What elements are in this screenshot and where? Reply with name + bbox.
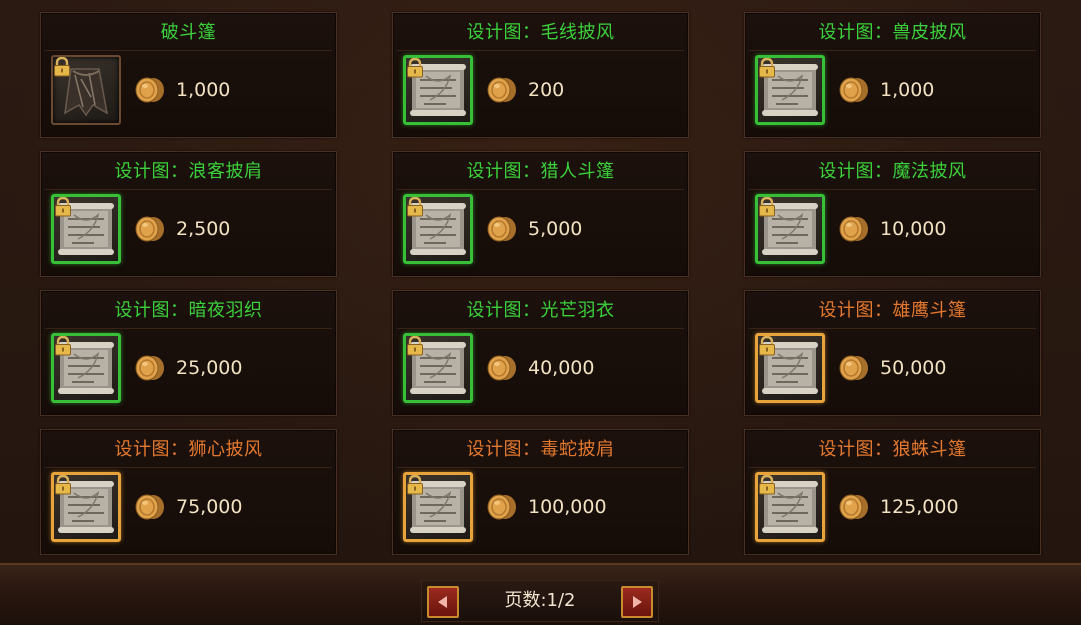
item-price: 75,000 xyxy=(176,496,243,518)
arrow-left-icon xyxy=(438,596,447,608)
item-title: 设计图：浪客披肩 xyxy=(45,155,332,190)
item-slot[interactable] xyxy=(403,55,473,125)
item-slot[interactable] xyxy=(755,472,825,542)
coin-icon xyxy=(487,77,516,103)
shop-item-card[interactable]: 设计图：光芒羽衣 40,000 xyxy=(392,290,689,416)
coin-icon xyxy=(839,494,868,520)
item-price: 50,000 xyxy=(880,357,947,379)
shop-item-card[interactable]: 设计图：暗夜羽织 25,000 xyxy=(40,290,337,416)
item-title: 设计图：兽皮披风 xyxy=(749,16,1036,51)
lock-icon xyxy=(55,475,71,495)
item-title: 设计图：雄鹰斗篷 xyxy=(749,294,1036,329)
item-title: 设计图：猎人斗篷 xyxy=(397,155,684,190)
item-slot[interactable] xyxy=(403,472,473,542)
item-price: 2,500 xyxy=(176,218,231,240)
item-slot[interactable] xyxy=(403,194,473,264)
prev-page-button[interactable] xyxy=(427,586,459,618)
lock-icon xyxy=(407,58,423,78)
item-slot[interactable] xyxy=(755,194,825,264)
item-price: 25,000 xyxy=(176,357,243,379)
coin-icon xyxy=(135,494,164,520)
lock-icon xyxy=(407,336,423,356)
shop-item-card[interactable]: 设计图：雄鹰斗篷 50,000 xyxy=(744,290,1041,416)
shop-item-card[interactable]: 设计图：毛线披风 200 xyxy=(392,12,689,138)
shop-item-card[interactable]: 设计图：毒蛇披肩 100,000 xyxy=(392,429,689,555)
item-price: 100,000 xyxy=(528,496,607,518)
coin-icon xyxy=(839,77,868,103)
shop-item-card[interactable]: 设计图：兽皮披风 1,000 xyxy=(744,12,1041,138)
coin-icon xyxy=(839,355,868,381)
item-slot[interactable] xyxy=(403,333,473,403)
item-price: 1,000 xyxy=(176,79,231,101)
coin-icon xyxy=(135,216,164,242)
lock-icon xyxy=(759,197,775,217)
page-indicator: 页数:1/2 xyxy=(504,590,576,611)
shop-item-card[interactable]: 设计图：猎人斗篷 5,000 xyxy=(392,151,689,277)
shop-panel: 破斗篷 1,000 设计图：毛线披风 200 设计图：兽皮披风 1,000 设计图：浪… xyxy=(0,0,1081,563)
lock-icon xyxy=(407,197,423,217)
item-price: 125,000 xyxy=(880,496,959,518)
next-page-button[interactable] xyxy=(621,586,653,618)
item-title: 设计图：光芒羽衣 xyxy=(397,294,684,329)
item-grid: 破斗篷 1,000 设计图：毛线披风 200 设计图：兽皮披风 1,000 设计图：浪… xyxy=(40,12,1041,555)
shop-item-card[interactable]: 设计图：魔法披风 10,000 xyxy=(744,151,1041,277)
shop-item-card[interactable]: 设计图：狮心披风 75,000 xyxy=(40,429,337,555)
item-price: 200 xyxy=(528,79,565,101)
item-title: 设计图：毛线披风 xyxy=(397,16,684,51)
shop-item-card[interactable]: 设计图：浪客披肩 2,500 xyxy=(40,151,337,277)
item-price: 1,000 xyxy=(880,79,935,101)
item-title: 设计图：狮心披风 xyxy=(45,433,332,468)
item-title: 设计图：狼蛛斗篷 xyxy=(749,433,1036,468)
shop-item-card[interactable]: 设计图：狼蛛斗篷 125,000 xyxy=(744,429,1041,555)
lock-icon xyxy=(759,336,775,356)
item-slot[interactable] xyxy=(51,472,121,542)
item-slot[interactable] xyxy=(51,333,121,403)
item-title: 设计图：毒蛇披肩 xyxy=(397,433,684,468)
coin-icon xyxy=(135,77,164,103)
item-title: 设计图：暗夜羽织 xyxy=(45,294,332,329)
shop-item-card[interactable]: 破斗篷 1,000 xyxy=(40,12,337,138)
item-slot[interactable] xyxy=(755,333,825,403)
lock-icon xyxy=(759,475,775,495)
coin-icon xyxy=(487,216,516,242)
lock-icon xyxy=(55,197,71,217)
item-price: 10,000 xyxy=(880,218,947,240)
item-title: 破斗篷 xyxy=(45,16,332,51)
coin-icon xyxy=(135,355,164,381)
item-price: 40,000 xyxy=(528,357,595,379)
item-title: 设计图：魔法披风 xyxy=(749,155,1036,190)
item-slot[interactable] xyxy=(51,194,121,264)
coin-icon xyxy=(487,355,516,381)
item-price: 5,000 xyxy=(528,218,583,240)
coin-icon xyxy=(839,216,868,242)
lock-icon xyxy=(407,475,423,495)
item-slot[interactable] xyxy=(755,55,825,125)
lock-icon xyxy=(759,58,775,78)
lock-icon xyxy=(55,336,71,356)
arrow-right-icon xyxy=(633,596,642,608)
lock-icon xyxy=(54,57,70,77)
coin-icon xyxy=(487,494,516,520)
pagination: 页数:1/2 xyxy=(421,580,659,622)
item-slot[interactable] xyxy=(51,55,121,125)
